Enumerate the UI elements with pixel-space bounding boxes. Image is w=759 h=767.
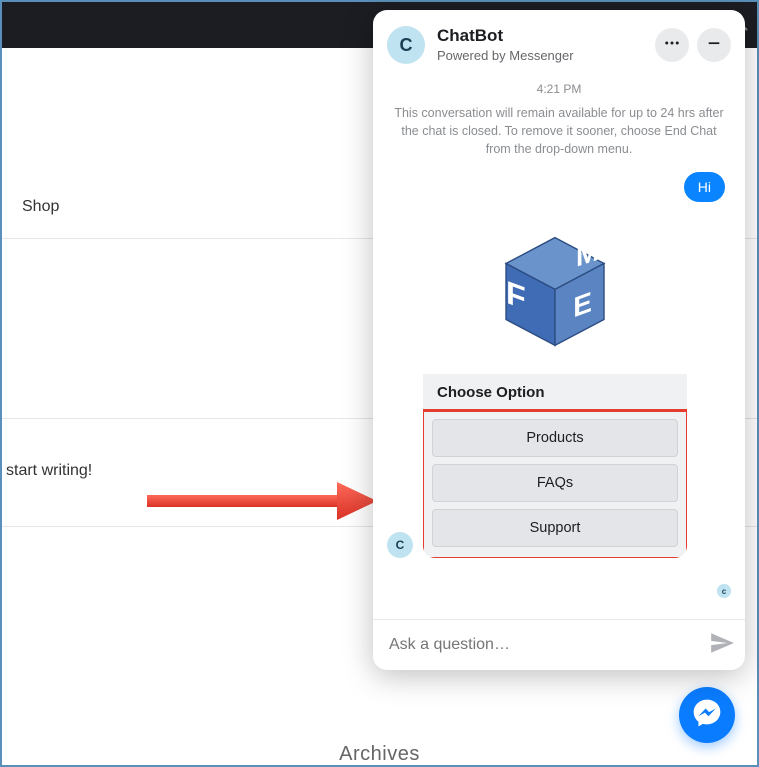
more-icon — [663, 34, 681, 57]
chat-subtitle: Powered by Messenger — [437, 48, 647, 63]
chat-title-block: ChatBot Powered by Messenger — [437, 27, 647, 63]
chat-footer — [373, 619, 745, 670]
option-products[interactable]: Products — [432, 419, 678, 457]
option-list: Products FAQs Support — [423, 409, 687, 558]
start-writing-text: start writing! — [6, 462, 92, 480]
messenger-icon — [691, 697, 723, 734]
minimize-button[interactable] — [697, 28, 731, 62]
bot-avatar: C — [387, 26, 425, 64]
archives-heading: Archives — [339, 743, 420, 766]
card-row: C F M E Choose Option Products FAQs — [387, 216, 731, 558]
chat-title: ChatBot — [437, 27, 647, 46]
user-message: Hi — [684, 172, 725, 202]
send-button[interactable] — [707, 630, 737, 660]
send-icon — [709, 630, 735, 661]
card-title: Choose Option — [423, 374, 687, 409]
shop-heading: Shop — [22, 198, 59, 216]
chat-input[interactable] — [387, 635, 707, 655]
option-support[interactable]: Support — [432, 509, 678, 547]
chat-info-text: This conversation will remain available … — [387, 104, 731, 158]
option-faqs[interactable]: FAQs — [432, 464, 678, 502]
read-receipt-avatar: c — [717, 584, 731, 598]
option-card: F M E Choose Option Products FAQs Suppor… — [423, 216, 687, 558]
messenger-fab[interactable] — [679, 687, 735, 743]
card-image: F M E — [423, 216, 687, 374]
chat-body: 4:21 PM This conversation will remain av… — [373, 74, 745, 619]
bot-avatar-small: C — [387, 532, 413, 558]
minimize-icon — [706, 35, 722, 56]
svg-text:F: F — [506, 275, 526, 318]
chat-header: C ChatBot Powered by Messenger — [373, 10, 745, 74]
chat-menu-button[interactable] — [655, 28, 689, 62]
chat-widget: C ChatBot Powered by Messenger 4:21 PM T… — [373, 10, 745, 670]
chat-timestamp: 4:21 PM — [387, 82, 731, 96]
annotation-arrow — [147, 480, 377, 520]
